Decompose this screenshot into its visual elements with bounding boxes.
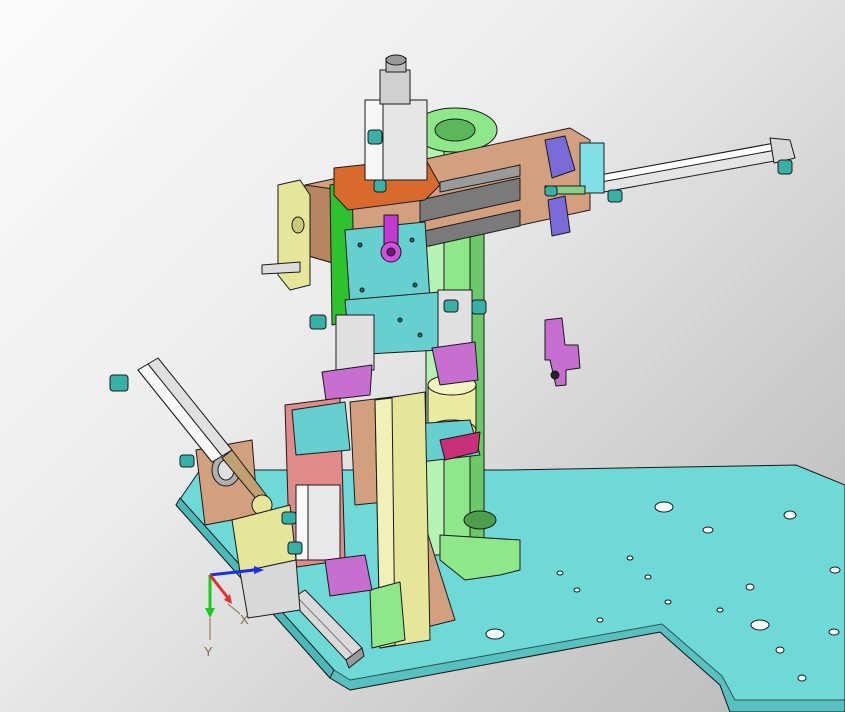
triad-y-label: Y [204,644,213,659]
cad-viewport[interactable]: X Y [0,0,845,712]
rod-end-magenta[interactable] [380,214,402,263]
loose-bracket[interactable] [544,317,581,387]
upright-yellow[interactable] [369,391,431,649]
assembly-model[interactable]: X Y [0,0,845,712]
triad-x-label: X [240,612,249,627]
end-plate-yellow[interactable] [261,179,311,291]
vertical-cylinder[interactable] [364,54,428,181]
horizontal-cylinder[interactable] [579,137,796,194]
